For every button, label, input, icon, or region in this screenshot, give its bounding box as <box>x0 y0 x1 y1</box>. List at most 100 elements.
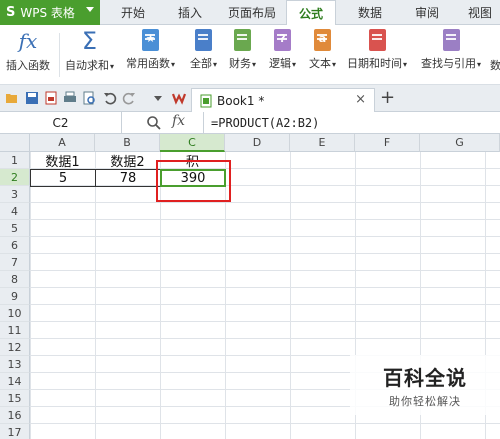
book-icon <box>234 29 251 51</box>
spreadsheet-window: S WPS 表格 开始 插入 页面布局 公式 数据 审阅 视图 fx 插入函数 … <box>0 0 500 439</box>
quick-access-bar: Book1 * × + <box>0 85 500 112</box>
column-header-e[interactable]: E <box>290 134 355 152</box>
customize-dropdown-icon[interactable] <box>151 91 165 105</box>
lookup-label: 查找与引用 <box>421 57 476 70</box>
clock-book-icon <box>368 29 386 51</box>
dropdown-arrow-icon: ▾ <box>332 60 337 69</box>
autosum-button[interactable]: Σ 自动求和▾ <box>65 29 114 73</box>
column-header-b[interactable]: B <box>95 134 160 152</box>
column-header-f[interactable]: F <box>355 134 420 152</box>
tab-page-layout[interactable]: 页面布局 <box>222 0 282 25</box>
row-header[interactable]: 10 <box>0 305 30 322</box>
row-header[interactable]: 2 <box>0 169 30 186</box>
select-all-corner[interactable] <box>0 134 30 152</box>
datetime-button[interactable]: 日期和时间▾ <box>347 29 407 71</box>
row-header[interactable]: 15 <box>0 390 30 407</box>
column-header-a[interactable]: A <box>30 134 95 152</box>
formula-ribbon: fx 插入函数 Σ 自动求和▾ ★ 常用函数▾ 全部▾ 财务▾ ? 逻辑▾ a … <box>0 25 500 85</box>
common-functions-label: 常用函数 <box>126 57 170 70</box>
export-pdf-icon[interactable] <box>44 91 58 105</box>
row-header[interactable]: 11 <box>0 322 30 339</box>
question-book-icon: ? <box>274 29 291 51</box>
overflow-label: 数 <box>490 59 500 72</box>
row-header[interactable]: 7 <box>0 254 30 271</box>
insert-function-button[interactable]: fx 插入函数 <box>6 29 50 73</box>
ribbon-divider <box>59 33 60 77</box>
app-menu-button[interactable]: S WPS 表格 <box>0 0 100 25</box>
formula-input[interactable]: =PRODUCT(A2:B2) <box>203 112 500 133</box>
redo-icon[interactable] <box>122 91 136 105</box>
tab-insert[interactable]: 插入 <box>165 0 215 25</box>
dropdown-arrow-icon: ▾ <box>252 60 257 69</box>
row-header[interactable]: 6 <box>0 237 30 254</box>
watermark-subtitle: 助你轻松解决 <box>389 394 461 408</box>
row-header[interactable]: 12 <box>0 339 30 356</box>
logical-label: 逻辑 <box>269 57 291 70</box>
open-folder-icon[interactable] <box>5 91 19 105</box>
spreadsheet-file-icon <box>200 94 212 107</box>
cell-b2[interactable]: 78 <box>95 169 161 187</box>
lookup-reference-button[interactable]: 查找与引用▾ <box>421 29 481 71</box>
dropdown-arrow-icon: ▾ <box>403 60 408 69</box>
fx-icon: fx <box>18 29 38 53</box>
column-header-c[interactable]: C <box>160 134 225 152</box>
text-label: 文本 <box>309 57 331 70</box>
name-box[interactable]: C2 <box>0 112 122 133</box>
financial-label: 财务 <box>229 57 251 70</box>
autosum-label: 自动求和 <box>65 59 109 72</box>
print-preview-icon[interactable] <box>82 91 96 105</box>
wps-home-icon[interactable] <box>172 91 186 105</box>
document-name: Book1 * <box>217 93 265 108</box>
cell-b1[interactable]: 数据2 <box>95 152 160 170</box>
chevron-down-icon <box>86 7 94 12</box>
new-tab-icon[interactable]: + <box>380 87 395 108</box>
dropdown-arrow-icon: ▾ <box>213 60 218 69</box>
all-functions-button[interactable]: 全部▾ <box>190 29 217 71</box>
all-label: 全部 <box>190 57 212 70</box>
sigma-icon: Σ <box>81 27 98 55</box>
fx-icon[interactable]: fx <box>172 113 185 129</box>
dropdown-arrow-icon: ▾ <box>171 60 176 69</box>
star-book-icon: ★ <box>142 29 159 51</box>
logical-button[interactable]: ? 逻辑▾ <box>269 29 296 71</box>
row-header[interactable]: 17 <box>0 424 30 439</box>
row-header[interactable]: 14 <box>0 373 30 390</box>
row-header[interactable]: 1 <box>0 152 30 169</box>
cell-a2[interactable]: 5 <box>30 169 96 187</box>
column-header-d[interactable]: D <box>225 134 290 152</box>
column-header-g[interactable]: G <box>420 134 500 152</box>
overflow-ribbon-button[interactable]: 数 <box>490 29 500 73</box>
tab-data[interactable]: 数据 <box>345 0 395 25</box>
row-header[interactable]: 13 <box>0 356 30 373</box>
dropdown-arrow-icon: ▾ <box>292 60 297 69</box>
financial-button[interactable]: 财务▾ <box>229 29 256 71</box>
row-header[interactable]: 16 <box>0 407 30 424</box>
tab-home[interactable]: 开始 <box>108 0 158 25</box>
text-functions-button[interactable]: a 文本▾ <box>309 29 336 71</box>
common-functions-button[interactable]: ★ 常用函数▾ <box>126 29 175 71</box>
row-header[interactable]: 3 <box>0 186 30 203</box>
zoom-search-icon[interactable] <box>146 115 162 131</box>
dropdown-arrow-icon: ▾ <box>477 60 482 69</box>
undo-icon[interactable] <box>103 91 117 105</box>
tab-review[interactable]: 审阅 <box>402 0 452 25</box>
insert-function-label: 插入函数 <box>6 59 50 72</box>
tab-formulas[interactable]: 公式 <box>286 0 336 26</box>
wps-logo-icon: S <box>6 5 16 20</box>
print-icon[interactable] <box>63 91 77 105</box>
tab-view[interactable]: 视图 <box>458 0 500 25</box>
formula-bar: C2 fx =PRODUCT(A2:B2) <box>0 112 500 134</box>
row-header[interactable]: 9 <box>0 288 30 305</box>
row-header[interactable]: 5 <box>0 220 30 237</box>
row-header[interactable]: 4 <box>0 203 30 220</box>
datetime-label: 日期和时间 <box>347 57 402 70</box>
document-tab[interactable]: Book1 * × <box>191 88 375 112</box>
search-book-icon <box>442 29 460 51</box>
save-icon[interactable] <box>25 91 39 105</box>
dropdown-arrow-icon: ▾ <box>110 62 115 71</box>
close-icon[interactable]: × <box>355 92 366 107</box>
row-header[interactable]: 8 <box>0 271 30 288</box>
cell-a1[interactable]: 数据1 <box>30 152 95 170</box>
app-name: WPS 表格 <box>20 6 75 20</box>
menu-bar: S WPS 表格 开始 插入 页面布局 公式 数据 审阅 视图 <box>0 0 500 26</box>
